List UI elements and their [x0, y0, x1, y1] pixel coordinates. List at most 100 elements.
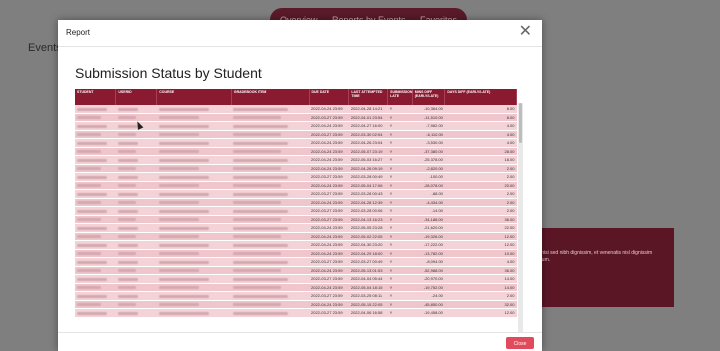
redacted-cell [115, 232, 157, 241]
table-cell: Y [387, 164, 413, 173]
column-header[interactable]: SUBMISSION LATE [387, 89, 413, 105]
table-row[interactable]: 2022-04-24 23:59 2022-04-28 12:39 Y -4,434.… [75, 198, 517, 207]
table-row[interactable]: 2022-03-27 23:59 2022-03-25 08:11 Y -24.00 2… [75, 291, 517, 301]
redacted-bar [233, 107, 289, 111]
redacted-bar [158, 184, 199, 188]
redacted-cell [156, 240, 232, 250]
table-row[interactable]: 2022-03-27 23:59 2022-04-04 05:44 Y -20,970… [75, 274, 517, 284]
table-scrollbar[interactable] [518, 103, 523, 333]
redacted-cell [115, 181, 157, 190]
table-cell: 14.00 [444, 274, 517, 284]
redacted-bar [158, 133, 199, 137]
close-button[interactable]: Close [506, 337, 534, 349]
table-row[interactable]: 2022-03-27 23:59 2022-03-27 00:49 Y -8,094.… [75, 257, 517, 267]
table-cell: -2,820.00 [412, 164, 445, 173]
redacted-bar [117, 116, 136, 120]
redacted-bar [158, 294, 209, 298]
table-row[interactable]: 2022-04-24 23:59 2022-05-04 18:15 Y -19,752… [75, 283, 517, 292]
table-row[interactable]: 2022-03-27 23:59 2022-03-28 00:43 Y -88.00 2… [75, 189, 517, 199]
redacted-cell [231, 283, 309, 292]
table-cell: 36.00 [444, 266, 517, 275]
redacted-cell [115, 147, 157, 156]
table-row[interactable]: 2022-04-24 23:59 2022-05-13 01:53 Y -52,988… [75, 266, 517, 275]
redacted-cell [115, 240, 157, 250]
table-cell: -28,078.00 [412, 181, 445, 190]
redacted-cell [75, 181, 116, 190]
redacted-cell [156, 113, 232, 122]
table-row[interactable]: 2022-04-24 23:59 2022-04-28 14:21 Y -10,364… [75, 105, 517, 114]
redacted-cell [156, 308, 232, 318]
scrollbar-thumb[interactable] [519, 103, 522, 143]
redacted-bar [233, 192, 289, 196]
table-cell: 12.00 [444, 240, 517, 250]
table-row[interactable]: 2022-04-24 23:59 2022-04-26 09:19 Y -2,820.… [75, 164, 517, 173]
table-row[interactable]: 2022-03-27 23:59 2022-04-06 16:58 Y -19,458… [75, 308, 517, 318]
redacted-bar [158, 243, 209, 247]
redacted-cell [115, 215, 157, 224]
redacted-cell [156, 147, 232, 156]
table-cell: 2022-04-24 23:59 [309, 121, 349, 131]
redacted-bar [117, 260, 138, 264]
modal-title: Report [66, 28, 91, 37]
redacted-cell [75, 291, 116, 301]
redacted-bar [233, 243, 289, 247]
redacted-bar [117, 175, 138, 179]
column-header[interactable]: STUDENT [75, 89, 117, 105]
close-icon[interactable]: ✕ [519, 24, 532, 40]
table-row[interactable]: 2022-04-24 23:59 2022-05-05 23:28 Y -21,620… [75, 223, 517, 233]
redacted-cell [231, 189, 309, 199]
table-body: 2022-04-24 23:59 2022-04-28 14:21 Y -10,364… [75, 105, 517, 318]
column-header[interactable]: COURSE [156, 89, 232, 105]
table-row[interactable]: 2022-04-24 23:59 2022-05-03 16:27 Y -25,378… [75, 155, 517, 165]
redacted-cell [231, 121, 309, 131]
redacted-cell [75, 164, 116, 173]
column-header[interactable]: GRADEBOOK ITEM [231, 89, 310, 105]
redacted-bar [77, 243, 107, 247]
table-row[interactable]: 2022-03-27 23:59 2022-03-28 00:49 Y -100.00… [75, 172, 517, 182]
redacted-bar [77, 158, 107, 162]
table-cell: 2022-04-27 16:00 [348, 121, 388, 131]
column-header[interactable]: USERID [115, 89, 158, 105]
table-cell: Y [387, 113, 413, 122]
column-header[interactable]: DUE DATE [309, 89, 350, 105]
table-cell: -10,364.00 [412, 105, 445, 114]
redacted-bar [158, 277, 209, 281]
redacted-bar [77, 260, 107, 264]
table-cell: 12.00 [444, 232, 517, 241]
redacted-cell [75, 147, 116, 156]
redacted-cell [75, 113, 116, 122]
table-row[interactable]: 2022-04-24 23:59 2022-05-15 22:05 Y -45,850… [75, 300, 517, 309]
table-row[interactable]: 2022-04-24 23:59 2022-05-04 17:06 Y -28,078… [75, 181, 517, 190]
redacted-bar [158, 107, 209, 111]
redacted-cell [115, 223, 157, 233]
table-row[interactable]: 2022-03-27 23:59 2022-04-01 23:54 Y -11,510… [75, 113, 517, 122]
redacted-bar [117, 226, 138, 230]
redacted-cell [231, 206, 309, 216]
table-row[interactable]: 2022-04-24 23:59 2022-05-07 23:19 Y -37,380… [75, 147, 517, 156]
table-row[interactable]: 2022-04-24 23:59 2022-04-30 23:20 Y -17,222… [75, 240, 517, 250]
redacted-bar [117, 218, 136, 222]
redacted-cell [115, 155, 157, 165]
redacted-cell [231, 113, 309, 122]
table-row[interactable]: 2022-03-27 23:59 2022-03-28 00:06 Y -14.00 2… [75, 206, 517, 216]
redacted-cell [115, 130, 157, 139]
redacted-bar [77, 303, 101, 307]
table-row[interactable]: 2022-03-27 23:59 2022-04-13 16:23 Y -34,188… [75, 215, 517, 224]
table-row[interactable]: 2022-04-24 23:59 2022-04-29 18:00 Y -13,782… [75, 249, 517, 258]
redacted-bar [158, 201, 199, 205]
table-row[interactable]: 2022-03-27 23:59 2022-03-30 02:04 Y -6,110.… [75, 130, 517, 139]
table-cell: Y [387, 291, 413, 301]
table-row[interactable]: 2022-04-24 23:59 2022-05-02 22:05 Y -19,326… [75, 232, 517, 241]
column-header[interactable]: LAST ATTEMPTED TIME [348, 89, 389, 105]
column-header[interactable]: DAYS DIFF (EARLY/LATE) [444, 89, 517, 105]
table-cell: 2022-03-28 00:43 [348, 189, 388, 199]
table-cell: 2022-03-27 23:59 [309, 172, 349, 182]
redacted-bar [233, 218, 282, 222]
column-header[interactable]: MINS DIFF (EARLY/LATE) [412, 89, 446, 105]
table-cell: Y [387, 181, 413, 190]
table-row[interactable]: 2022-04-24 23:59 2022-04-26 23:04 Y -3,530.… [75, 138, 517, 148]
redacted-bar [158, 192, 209, 196]
table-cell: Y [387, 249, 413, 258]
table-cell: 2022-04-24 23:59 [309, 223, 349, 233]
table-cell: 2022-05-03 16:27 [348, 155, 388, 165]
